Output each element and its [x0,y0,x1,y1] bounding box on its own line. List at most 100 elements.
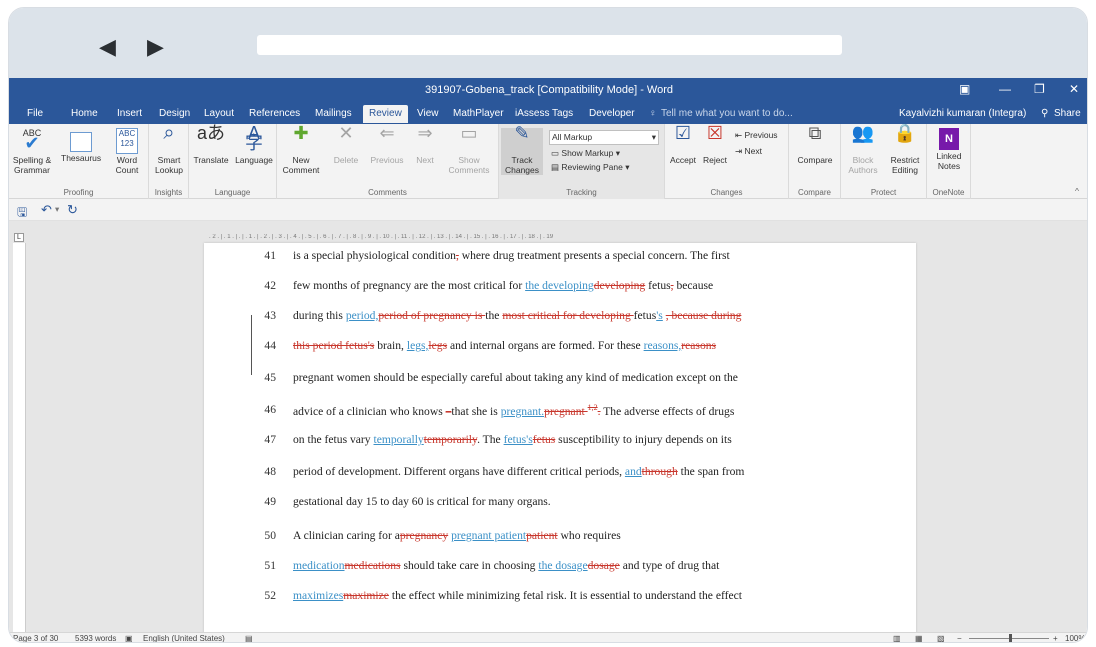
show-markup-button[interactable]: ▭ Show Markup ▾ [551,148,620,159]
linked-notes-button[interactable]: N Linked Notes [929,128,969,171]
text-run[interactable]: is a special physiological condition [293,249,456,262]
document-line[interactable]: A clinician caring for apregnancy pregna… [293,529,823,542]
tracked-deletion[interactable]: fetus [533,433,556,446]
share-icon[interactable]: ⚲ [1041,108,1048,119]
word-count-button[interactable]: ABC 123 Word Count [109,128,145,175]
url-bar[interactable] [257,35,842,55]
restore-icon[interactable]: ❐ [1034,82,1045,96]
previous-change-button[interactable]: ⇤ Previous [735,130,778,141]
track-changes-status-icon[interactable]: ▤ [245,634,253,642]
reject-button[interactable]: ☒ Reject [699,124,731,165]
document-line[interactable]: few months of pregnancy are the most cri… [293,279,823,292]
zoom-in-icon[interactable]: + [1053,634,1058,642]
document-line[interactable]: maximizesmaximize the effect while minim… [293,589,823,602]
tracked-insertion[interactable]: pregnant. [501,405,544,418]
tab-home[interactable]: Home [71,108,98,119]
text-run[interactable]: advice of a clinician who knows [293,405,446,418]
vertical-ruler[interactable] [13,243,26,632]
tab-mailings[interactable]: Mailings [315,108,352,119]
text-run[interactable]: the [485,309,502,322]
document-line[interactable]: period of development. Different organs … [293,465,823,478]
next-change-button[interactable]: ⇥ Next [735,146,762,157]
text-run[interactable]: the span from [678,465,745,478]
document-line[interactable]: gestational day 15 to day 60 is critical… [293,495,823,508]
tab-layout[interactable]: Layout [204,108,234,119]
previous-comment-button[interactable]: ⇐ Previous [367,124,407,165]
tracked-deletion[interactable]: maximize [343,589,389,602]
undo-dropdown-icon[interactable]: ▾ [55,204,59,215]
document-line[interactable]: is a special physiological condition, wh… [293,249,823,262]
ribbon-display-icon[interactable]: ▣ [959,82,970,96]
text-run[interactable]: susceptibility to injury depends on its [555,433,732,446]
tracked-deletion[interactable]: developing [594,279,646,292]
tab-mathplayer[interactable]: MathPlayer [453,108,504,119]
document-page[interactable]: 41 is a special physiological condition, … [204,243,916,642]
text-run[interactable]: the effect while minimizing fetal risk. … [389,589,742,602]
tracked-insertion[interactable]: period, [346,309,379,322]
tracked-deletion[interactable]: pregnant [544,405,587,418]
thesaurus-button[interactable]: Thesaurus [61,128,101,163]
zoom-slider-thumb[interactable] [1009,634,1012,642]
close-icon[interactable]: ✕ [1069,82,1079,96]
restrict-editing-button[interactable]: 🔒 Restrict Editing [885,124,925,175]
tab-references[interactable]: References [249,108,300,119]
text-run[interactable]: fetus [645,279,671,292]
markup-dropdown[interactable]: All Markup ▾ [549,130,659,145]
forward-arrow-icon[interactable]: ▶ [147,34,164,60]
block-authors-button[interactable]: 👥 Block Authors [843,124,883,175]
tracked-insertion[interactable]: 's [656,309,663,322]
proofing-status-icon[interactable]: ▣ [125,634,133,642]
tab-iassess-tags[interactable]: iAssess Tags [515,108,573,119]
tab-view[interactable]: View [417,108,439,119]
translate-button[interactable]: aあ Translate [191,124,231,165]
share-button[interactable]: Share [1054,108,1081,119]
collapse-ribbon-icon[interactable]: ^ [1075,186,1079,196]
text-run[interactable]: on the fetus vary [293,433,374,446]
document-line[interactable]: on the fetus vary temporallytemporarily.… [293,433,823,446]
tab-selector[interactable]: L [14,233,24,242]
minimize-icon[interactable]: — [999,82,1011,96]
show-comments-button[interactable]: ▭ Show Comments [445,124,493,175]
undo-icon[interactable]: ↶ [41,202,52,218]
zoom-out-icon[interactable]: − [957,634,962,642]
user-name[interactable]: Kayalvizhi kumaran (Integra) [899,108,1026,119]
tab-insert[interactable]: Insert [117,108,142,119]
document-line[interactable]: advice of a clinician who knows –that sh… [293,403,823,418]
zoom-level[interactable]: 100% [1065,634,1085,642]
tracked-deletion[interactable]: period of pregnancy is [378,309,485,322]
tracked-deletion[interactable]: temporarily [424,433,477,446]
word-count[interactable]: 5393 words [75,634,116,642]
text-run[interactable]: pregnant women should be especially care… [293,371,738,384]
document-line[interactable]: pregnant women should be especially care… [293,371,823,384]
accept-button[interactable]: ☑ Accept [667,124,699,165]
track-changes-button[interactable]: ✎ Track Changes [501,124,543,175]
text-run[interactable]: few months of pregnancy are the most cri… [293,279,525,292]
language-status[interactable]: English (United States) [143,634,225,642]
text-run[interactable]: where drug treatment presents a special … [459,249,730,262]
tracked-deletion[interactable]: through [642,465,678,478]
tracked-insertion[interactable]: temporally [374,433,424,446]
smart-lookup-button[interactable]: ⌕ Smart Lookup [151,123,187,175]
tab-design[interactable]: Design [159,108,190,119]
next-comment-button[interactable]: ⇒ Next [409,124,441,165]
tracked-deletion[interactable]: , because during [666,309,742,322]
tracked-insertion[interactable]: fetus's [504,433,533,446]
document-line[interactable]: this period fetus's brain, legs,legs and… [293,339,823,352]
tracked-insertion[interactable]: reasons, [644,339,682,352]
tracked-deletion[interactable]: medications [345,559,401,572]
language-button[interactable]: A字 Language [233,124,275,165]
tracked-deletion[interactable]: 1,2 [588,403,598,412]
compare-button[interactable]: ⧉ Compare [793,124,837,165]
tell-me-input[interactable]: Tell me what you want to do... [661,108,793,119]
text-run[interactable]: because [674,279,713,292]
page-indicator[interactable]: Page 3 of 30 [13,634,58,642]
tracked-insertion[interactable]: the developing [525,279,594,292]
web-layout-icon[interactable]: ▧ [937,634,945,642]
text-run[interactable]: and type of drug that [620,559,720,572]
tracked-insertion[interactable]: medication [293,559,345,572]
spelling-grammar-button[interactable]: ABC ✔ Spelling & Grammar [11,128,53,175]
tracked-deletion[interactable]: pregnancy [400,529,448,542]
back-arrow-icon[interactable]: ◀ [99,34,116,60]
text-run[interactable]: who requires [558,529,621,542]
tracked-insertion[interactable]: and [625,465,642,478]
